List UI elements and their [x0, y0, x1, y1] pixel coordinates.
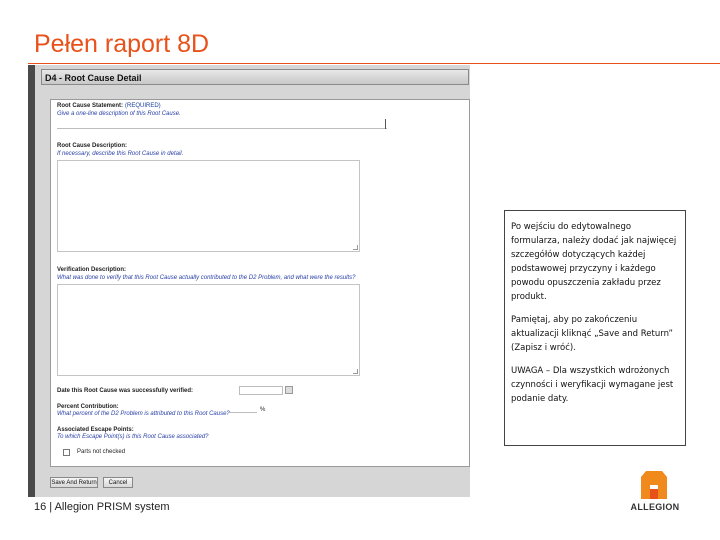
slide-footer: 16 | Allegion PRISM system — [34, 501, 170, 513]
escape-help: To which Escape Point(s) is this Root Ca… — [57, 434, 209, 440]
percent-label: Percent Contribution: — [57, 404, 119, 410]
description-label: Root Cause Description: — [57, 143, 128, 149]
slide-title: Pełen raport 8D — [34, 30, 210, 58]
allegion-logo: ALLEGION — [624, 471, 686, 515]
save-and-return-button[interactable]: Save And Return — [50, 477, 98, 488]
escape-label: Associated Escape Points: — [57, 427, 134, 433]
allegion-logo-text: ALLEGION — [630, 502, 680, 512]
verification-textarea[interactable] — [57, 284, 360, 376]
statement-label-text: Root Cause Statement: — [57, 103, 124, 109]
text-cursor — [385, 119, 386, 129]
escape-point-label: Parts not checked — [77, 449, 126, 455]
escape-point-checkbox[interactable] — [63, 449, 70, 456]
callout-paragraph-3: UWAGA – Dla wszystkich wdrożonych czynno… — [511, 366, 674, 404]
description-textarea[interactable] — [57, 160, 360, 252]
callout-paragraph-2: Pamiętaj, aby po zakończeniu aktualizacj… — [511, 315, 673, 353]
statement-input[interactable] — [57, 119, 387, 129]
percent-help: What percent of the D2 Problem is attrib… — [57, 411, 230, 417]
statement-label: Root Cause Statement: (REQUIRED) — [57, 103, 161, 109]
panel-header: D4 - Root Cause Detail — [41, 69, 469, 85]
resize-handle-icon[interactable] — [353, 245, 358, 250]
percent-unit: % — [260, 407, 266, 413]
date-label: Date this Root Cause was successfully ve… — [57, 388, 194, 394]
form-screenshot: D4 - Root Cause Detail Root Cause Statem… — [28, 65, 470, 497]
instruction-callout: Po wejściu do edytowalnego formularza, n… — [504, 210, 686, 446]
percent-input[interactable] — [229, 403, 257, 413]
verification-label: Verification Description: — [57, 267, 127, 273]
allegion-logo-icon — [641, 471, 667, 499]
statement-help: Give a one-line description of this Root… — [57, 111, 181, 117]
date-input[interactable] — [239, 386, 283, 395]
description-help: If necessary, describe this Root Cause i… — [57, 151, 184, 157]
resize-handle-icon[interactable] — [353, 369, 358, 374]
cancel-button[interactable]: Cancel — [103, 477, 133, 488]
title-divider — [28, 63, 720, 64]
callout-paragraph-1: Po wejściu do edytowalnego formularza, n… — [511, 222, 677, 302]
root-cause-form: Root Cause Statement: (REQUIRED) Give a o… — [50, 99, 470, 467]
calendar-icon[interactable] — [285, 386, 293, 394]
verification-help: What was done to verify that this Root C… — [57, 275, 356, 281]
required-tag: (REQUIRED) — [125, 103, 161, 109]
